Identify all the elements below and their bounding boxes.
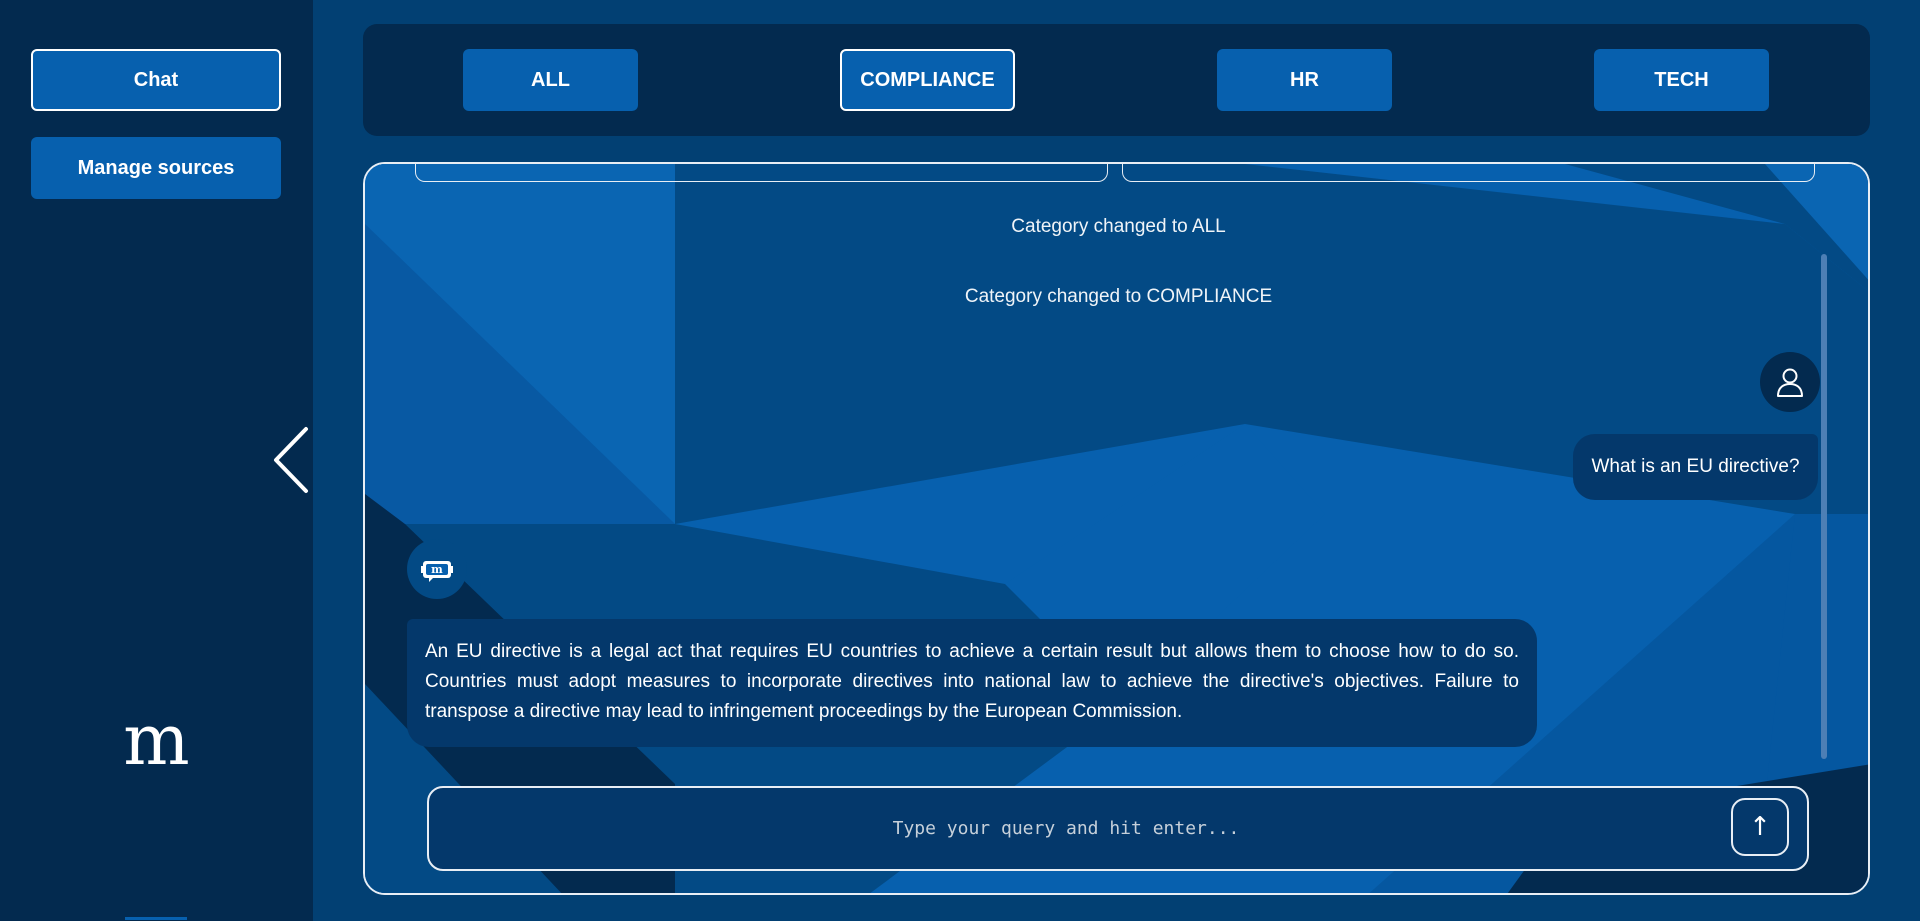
query-input-container: ↑ xyxy=(427,786,1809,871)
sidebar: Chat Manage sources m xyxy=(0,0,313,921)
svg-text:m: m xyxy=(431,563,443,576)
bot-logo-icon: m xyxy=(421,561,453,582)
system-message: Category changed to COMPLIANCE xyxy=(964,286,1273,307)
user-message-bubble: What is an EU directive? xyxy=(1573,434,1818,500)
category-bar: ALL COMPLIANCE HR TECH xyxy=(363,24,1870,136)
bot-message-text: An EU directive is a legal act that requ… xyxy=(425,641,1519,722)
user-message-text: What is an EU directive? xyxy=(1591,456,1800,477)
system-message: Category changed to ALL xyxy=(1011,216,1226,237)
bot-message-bubble: An EU directive is a legal act that requ… xyxy=(407,619,1537,747)
previous-card-edge xyxy=(1122,164,1815,182)
previous-card-edge xyxy=(415,164,1108,182)
bottom-indicator xyxy=(125,917,187,920)
bot-avatar: m xyxy=(407,539,467,599)
category-hr-button[interactable]: HR xyxy=(1217,49,1392,111)
query-input[interactable] xyxy=(431,790,1701,866)
chat-scrollbar[interactable] xyxy=(1821,254,1827,759)
chat-button[interactable]: Chat xyxy=(31,49,281,111)
category-all-button[interactable]: ALL xyxy=(463,49,638,111)
arrow-up-icon: ↑ xyxy=(1749,812,1771,842)
category-compliance-button[interactable]: COMPLIANCE xyxy=(840,49,1015,111)
app-logo: m xyxy=(123,699,190,781)
manage-sources-button[interactable]: Manage sources xyxy=(31,137,281,199)
category-tech-button[interactable]: TECH xyxy=(1594,49,1769,111)
chevron-left-icon[interactable] xyxy=(270,425,314,495)
chat-panel: Category changed to ALL Category changed… xyxy=(363,162,1870,895)
user-avatar xyxy=(1760,352,1820,412)
user-icon xyxy=(1777,368,1803,397)
send-button[interactable]: ↑ xyxy=(1731,798,1789,856)
